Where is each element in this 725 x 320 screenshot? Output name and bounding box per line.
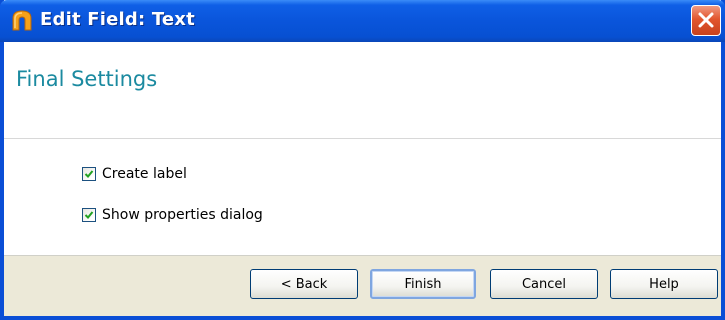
create-label-option[interactable]: Create label — [82, 164, 187, 184]
wizard-content: Create label Show properties dialog — [4, 139, 721, 255]
cancel-button[interactable]: Cancel — [490, 269, 598, 299]
title-bar[interactable]: Edit Field: Text — [0, 0, 725, 42]
dialog-window: Edit Field: Text Final Settings Create l… — [0, 0, 725, 320]
checkmark-icon — [84, 211, 94, 219]
app-arch-icon — [10, 8, 34, 32]
wizard-header: Final Settings — [4, 42, 721, 139]
create-label-checkbox[interactable] — [82, 167, 96, 181]
create-label-text: Create label — [102, 166, 187, 182]
show-properties-dialog-checkbox[interactable] — [82, 208, 96, 222]
show-properties-dialog-text: Show properties dialog — [102, 207, 263, 223]
button-bar: < Back Finish Cancel Help — [4, 255, 721, 316]
close-icon — [698, 12, 714, 28]
page-title: Final Settings — [16, 67, 158, 91]
checkmark-icon — [84, 170, 94, 178]
finish-button[interactable]: Finish — [370, 269, 476, 299]
show-properties-dialog-option[interactable]: Show properties dialog — [82, 205, 263, 225]
help-button[interactable]: Help — [610, 269, 718, 299]
window-title: Edit Field: Text — [40, 9, 195, 30]
close-button[interactable] — [691, 5, 721, 36]
back-button[interactable]: < Back — [250, 269, 358, 299]
